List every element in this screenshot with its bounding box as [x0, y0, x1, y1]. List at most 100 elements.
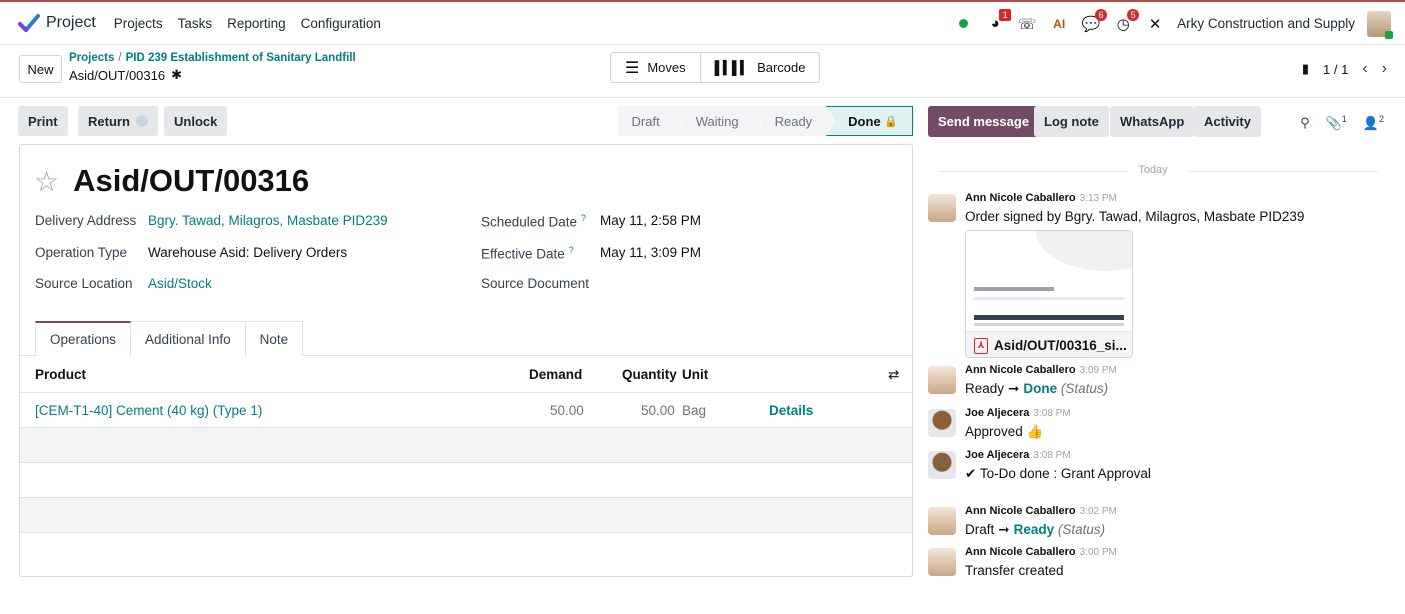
breadcrumb-projects[interactable]: Projects — [69, 52, 114, 64]
avatar[interactable] — [928, 194, 956, 222]
breadcrumb-project[interactable]: PID 239 Establishment of Sanitary Landfi… — [126, 52, 356, 64]
message-time: 3:09 PM — [1079, 365, 1117, 376]
search-icon[interactable]: ⚲ — [1300, 115, 1310, 131]
details-button[interactable]: Details — [769, 403, 813, 418]
followers-icon[interactable]: 👤2 — [1363, 114, 1384, 131]
notebook-tabs: Operations Additional Info Note — [35, 321, 304, 356]
message-author: Ann Nicole Caballero 3:00 PM — [965, 546, 1117, 558]
chatter-message: Ann Nicole Caballero 3:02 PM Draft ➞ Ready … — [928, 505, 1388, 545]
empty-row — [20, 498, 912, 533]
attachment-card[interactable]: ⅄ Asid/OUT/00316_si... — [965, 230, 1133, 358]
message-body: Transfer created — [965, 563, 1064, 578]
product-cell[interactable]: [CEM-T1-40] Cement (40 kg) (Type 1) — [35, 403, 262, 418]
quantity-cell[interactable]: 50.00 — [641, 403, 675, 418]
breadcrumb-separator: / — [118, 52, 122, 64]
return-button[interactable]: Return — [78, 106, 158, 136]
app-name[interactable]: Project — [46, 14, 96, 32]
effective-date-value[interactable]: May 11, 3:09 PM — [600, 245, 701, 260]
column-product[interactable]: Product — [35, 367, 86, 382]
attachment-preview — [966, 231, 1132, 331]
tab-operations[interactable]: Operations — [35, 321, 132, 356]
menu-configuration[interactable]: Configuration — [301, 16, 381, 31]
user-avatar[interactable] — [1367, 10, 1393, 39]
date-separator: Today — [928, 164, 1378, 178]
activity-icon[interactable]: ◕ 1 — [985, 8, 1012, 34]
main-navbar: Project Projects Tasks Reporting Configu… — [0, 2, 1405, 45]
list-icon: ☰ — [625, 59, 640, 77]
favorite-star-icon[interactable]: ☆ — [34, 165, 59, 198]
messages-icon[interactable]: 💬 6 — [1081, 8, 1108, 34]
pager-prev-icon[interactable]: ‹ — [1362, 60, 1367, 78]
message-author: Joe Aljecera 3:08 PM — [965, 449, 1071, 461]
stage-waiting[interactable]: Waiting — [673, 106, 762, 136]
chatter-message: Ann Nicole Caballero 3:13 PM Order signed… — [928, 192, 1388, 362]
message-time: 3:13 PM — [1079, 193, 1117, 204]
company-switcher[interactable]: Arky Construction and Supply — [1177, 16, 1355, 31]
message-author: Ann Nicole Caballero 3:09 PM — [965, 364, 1117, 376]
avatar[interactable] — [928, 507, 956, 535]
operation-type-value[interactable]: Warehouse Asid: Delivery Orders — [148, 245, 347, 260]
app-logo-icon[interactable] — [18, 12, 40, 34]
help-icon[interactable]: ? — [569, 245, 574, 255]
send-message-button[interactable]: Send message — [928, 106, 1040, 137]
moves-button[interactable]: ☰ Moves — [611, 53, 700, 82]
log-note-button[interactable]: Log note — [1034, 106, 1109, 137]
demand-cell: 50.00 — [550, 403, 584, 418]
avatar[interactable] — [928, 451, 956, 479]
message-body: Approved 👍 — [965, 424, 1044, 439]
column-settings-icon[interactable]: ⇄ — [888, 367, 899, 383]
pager-next-icon[interactable]: › — [1382, 60, 1387, 78]
print-button[interactable]: Print — [18, 106, 68, 136]
form-sheet: ☆ Asid/OUT/00316 Delivery Address Bgry. … — [19, 144, 913, 577]
avatar[interactable] — [928, 409, 956, 437]
followers-count: 2 — [1378, 114, 1384, 124]
table-row[interactable]: [CEM-T1-40] Cement (40 kg) (Type 1) 50.0… — [20, 393, 912, 428]
scheduled-date-label: Scheduled Date ? — [481, 213, 586, 230]
online-status-icon — [953, 14, 973, 34]
pager-value[interactable]: 1 / 1 — [1323, 62, 1348, 77]
control-panel: New Projects / PID 239 Establishment of Sa… — [0, 45, 1405, 98]
tab-additional-info[interactable]: Additional Info — [131, 321, 246, 356]
avatar[interactable] — [928, 366, 956, 394]
message-time: 3:08 PM — [1033, 408, 1071, 419]
phone-icon[interactable]: ☏ — [1017, 14, 1037, 34]
column-unit[interactable]: Unit — [682, 367, 708, 382]
attachment-icon[interactable]: 📎1 — [1326, 114, 1347, 131]
gear-icon[interactable]: ✱ — [171, 67, 182, 83]
barcode-button[interactable]: ▌▍▌▍ Barcode — [699, 53, 820, 82]
delivery-address-label: Delivery Address — [35, 213, 137, 228]
stage-ready[interactable]: Ready — [752, 106, 836, 136]
stage-done[interactable]: Done 🔒 — [826, 106, 913, 136]
stage-pipeline: Draft Waiting Ready Done 🔒 — [617, 106, 913, 136]
bookmark-icon[interactable]: ▮ — [1302, 61, 1309, 77]
delivery-address-value[interactable]: Bgry. Tawad, Milagros, Masbate PID239 — [148, 213, 388, 228]
chatter-panel: Send message Log note WhatsApp Activity … — [928, 104, 1398, 614]
help-icon[interactable]: ? — [581, 213, 586, 223]
clock-icon[interactable]: ◷ 5 — [1113, 8, 1140, 34]
chatter-message: Ann Nicole Caballero 3:00 PM Transfer cre… — [928, 546, 1388, 586]
menu-tasks[interactable]: Tasks — [178, 16, 213, 31]
return-avatar-icon — [135, 115, 148, 127]
activity-button[interactable]: Activity — [1194, 106, 1261, 137]
column-quantity[interactable]: Quantity — [622, 367, 677, 382]
barcode-icon: ▌▍▌▍ — [714, 59, 750, 75]
ai-icon[interactable]: AI — [1049, 14, 1069, 34]
check-icon: ✔ — [965, 466, 977, 481]
stage-draft[interactable]: Draft — [617, 106, 683, 136]
return-label: Return — [88, 113, 130, 129]
menu-reporting[interactable]: Reporting — [227, 16, 286, 31]
tools-icon[interactable]: ✕ — [1145, 14, 1165, 34]
whatsapp-button[interactable]: WhatsApp — [1110, 106, 1195, 137]
chatter-message: Ann Nicole Caballero 3:09 PM Ready ➞ Done (… — [928, 364, 1388, 404]
arrow-right-icon: ➞ — [998, 522, 1010, 537]
column-demand[interactable]: Demand — [529, 367, 582, 382]
tab-note[interactable]: Note — [245, 321, 304, 356]
smart-buttons: ☰ Moves ▌▍▌▍ Barcode — [610, 52, 821, 83]
avatar[interactable] — [928, 548, 956, 576]
unlock-button[interactable]: Unlock — [164, 106, 228, 136]
status-bar: Print Return Unlock Draft Waiting Ready … — [18, 104, 913, 138]
menu-projects[interactable]: Projects — [114, 16, 163, 31]
source-location-value[interactable]: Asid/Stock — [148, 276, 212, 291]
scheduled-date-value[interactable]: May 11, 2:58 PM — [600, 213, 701, 228]
new-button[interactable]: New — [19, 55, 62, 83]
